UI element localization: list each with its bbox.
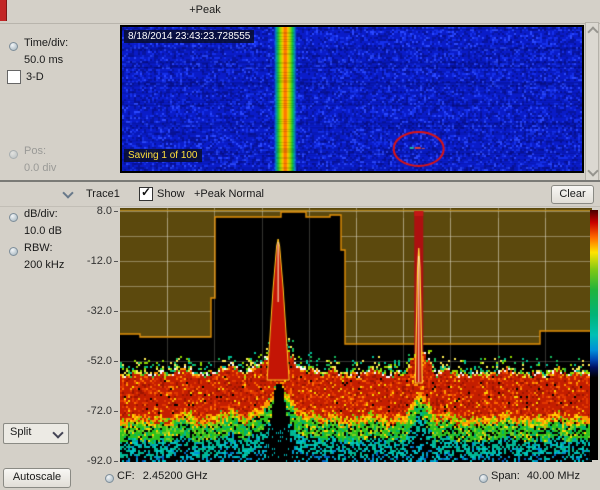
y-axis-tick — [114, 261, 118, 262]
pos-value: 0.0 div — [24, 162, 56, 174]
view-mode-dropdown[interactable]: Split — [3, 423, 69, 444]
trace-name-label[interactable]: Trace1 — [86, 188, 120, 200]
param-dot-icon[interactable] — [479, 474, 488, 483]
rbw-label: RBW: — [24, 242, 53, 254]
param-dot-icon[interactable] — [9, 42, 18, 51]
timestamp-badge: 8/18/2014 23:43:23.728555 — [124, 30, 254, 43]
cf-readout[interactable]: CF: 2.45200 GHz — [117, 470, 208, 482]
y-axis-label: -32.0 — [72, 305, 112, 317]
dropdown-chevron-icon — [52, 427, 63, 438]
spectrum-display[interactable] — [120, 208, 592, 462]
chevron-down-icon[interactable] — [62, 187, 73, 198]
threed-checkbox[interactable] — [7, 70, 21, 84]
checkmark-icon: ✓ — [141, 185, 151, 199]
rbw-value[interactable]: 200 kHz — [24, 259, 64, 271]
cf-value: 2.45200 GHz — [143, 470, 208, 482]
dbdiv-value[interactable]: 10.0 dB — [24, 225, 62, 237]
span-readout[interactable]: Span: 40.00 MHz — [491, 470, 580, 482]
y-axis-label: -72.0 — [72, 405, 112, 417]
y-axis-tick — [114, 311, 118, 312]
threed-label: 3-D — [26, 71, 44, 83]
timebase-value[interactable]: 50.0 ms — [24, 54, 63, 66]
y-axis-tick — [114, 461, 118, 462]
param-dot-icon[interactable] — [105, 474, 114, 483]
y-axis-tick — [114, 411, 118, 412]
trace-settings-bar: Trace1 ✓ Show +Peak Normal Clear — [0, 182, 600, 207]
density-colorbar — [590, 210, 598, 460]
y-axis-label: -92.0 — [72, 455, 112, 467]
spectrum-canvas[interactable] — [120, 208, 592, 462]
timebase-label: Time/div: — [24, 37, 68, 49]
show-label: Show — [157, 188, 185, 200]
pos-label: Pos: — [24, 145, 46, 157]
span-label: Span: — [491, 470, 520, 482]
dbdiv-label: dB/div: — [24, 208, 58, 220]
y-axis-label: -52.0 — [72, 355, 112, 367]
y-axis-label: 8.0 — [72, 205, 112, 217]
scroll-up-icon[interactable] — [587, 26, 598, 37]
spectrogram-scrollbar[interactable] — [585, 22, 599, 181]
saving-badge: Saving 1 of 100 — [124, 149, 202, 162]
autoscale-button[interactable]: Autoscale — [3, 468, 71, 488]
param-dot-icon[interactable] — [9, 213, 18, 222]
top-header-bar: +Peak — [0, 0, 600, 24]
span-value: 40.00 MHz — [527, 470, 580, 482]
cf-label: CF: — [117, 470, 135, 482]
y-axis-tick — [114, 361, 118, 362]
y-axis-label: -12.0 — [72, 255, 112, 267]
param-dot-icon — [9, 150, 18, 159]
y-axis-tick — [114, 211, 118, 212]
app-window: +Peak Time/div: 50.0 ms 3-D Pos: 0.0 div… — [0, 0, 600, 490]
param-dot-icon[interactable] — [9, 247, 18, 256]
view-mode-value: Split — [10, 426, 31, 438]
spectrogram-detector-label: +Peak — [160, 4, 250, 16]
spectrogram-display[interactable]: 8/18/2014 23:43:23.728555 Saving 1 of 10… — [120, 25, 584, 173]
detector-mode-label[interactable]: +Peak Normal — [194, 188, 264, 200]
scroll-down-icon[interactable] — [587, 165, 598, 176]
record-indicator-icon — [0, 0, 7, 21]
clear-button[interactable]: Clear — [551, 185, 594, 204]
show-checkbox[interactable]: ✓ — [139, 187, 153, 201]
